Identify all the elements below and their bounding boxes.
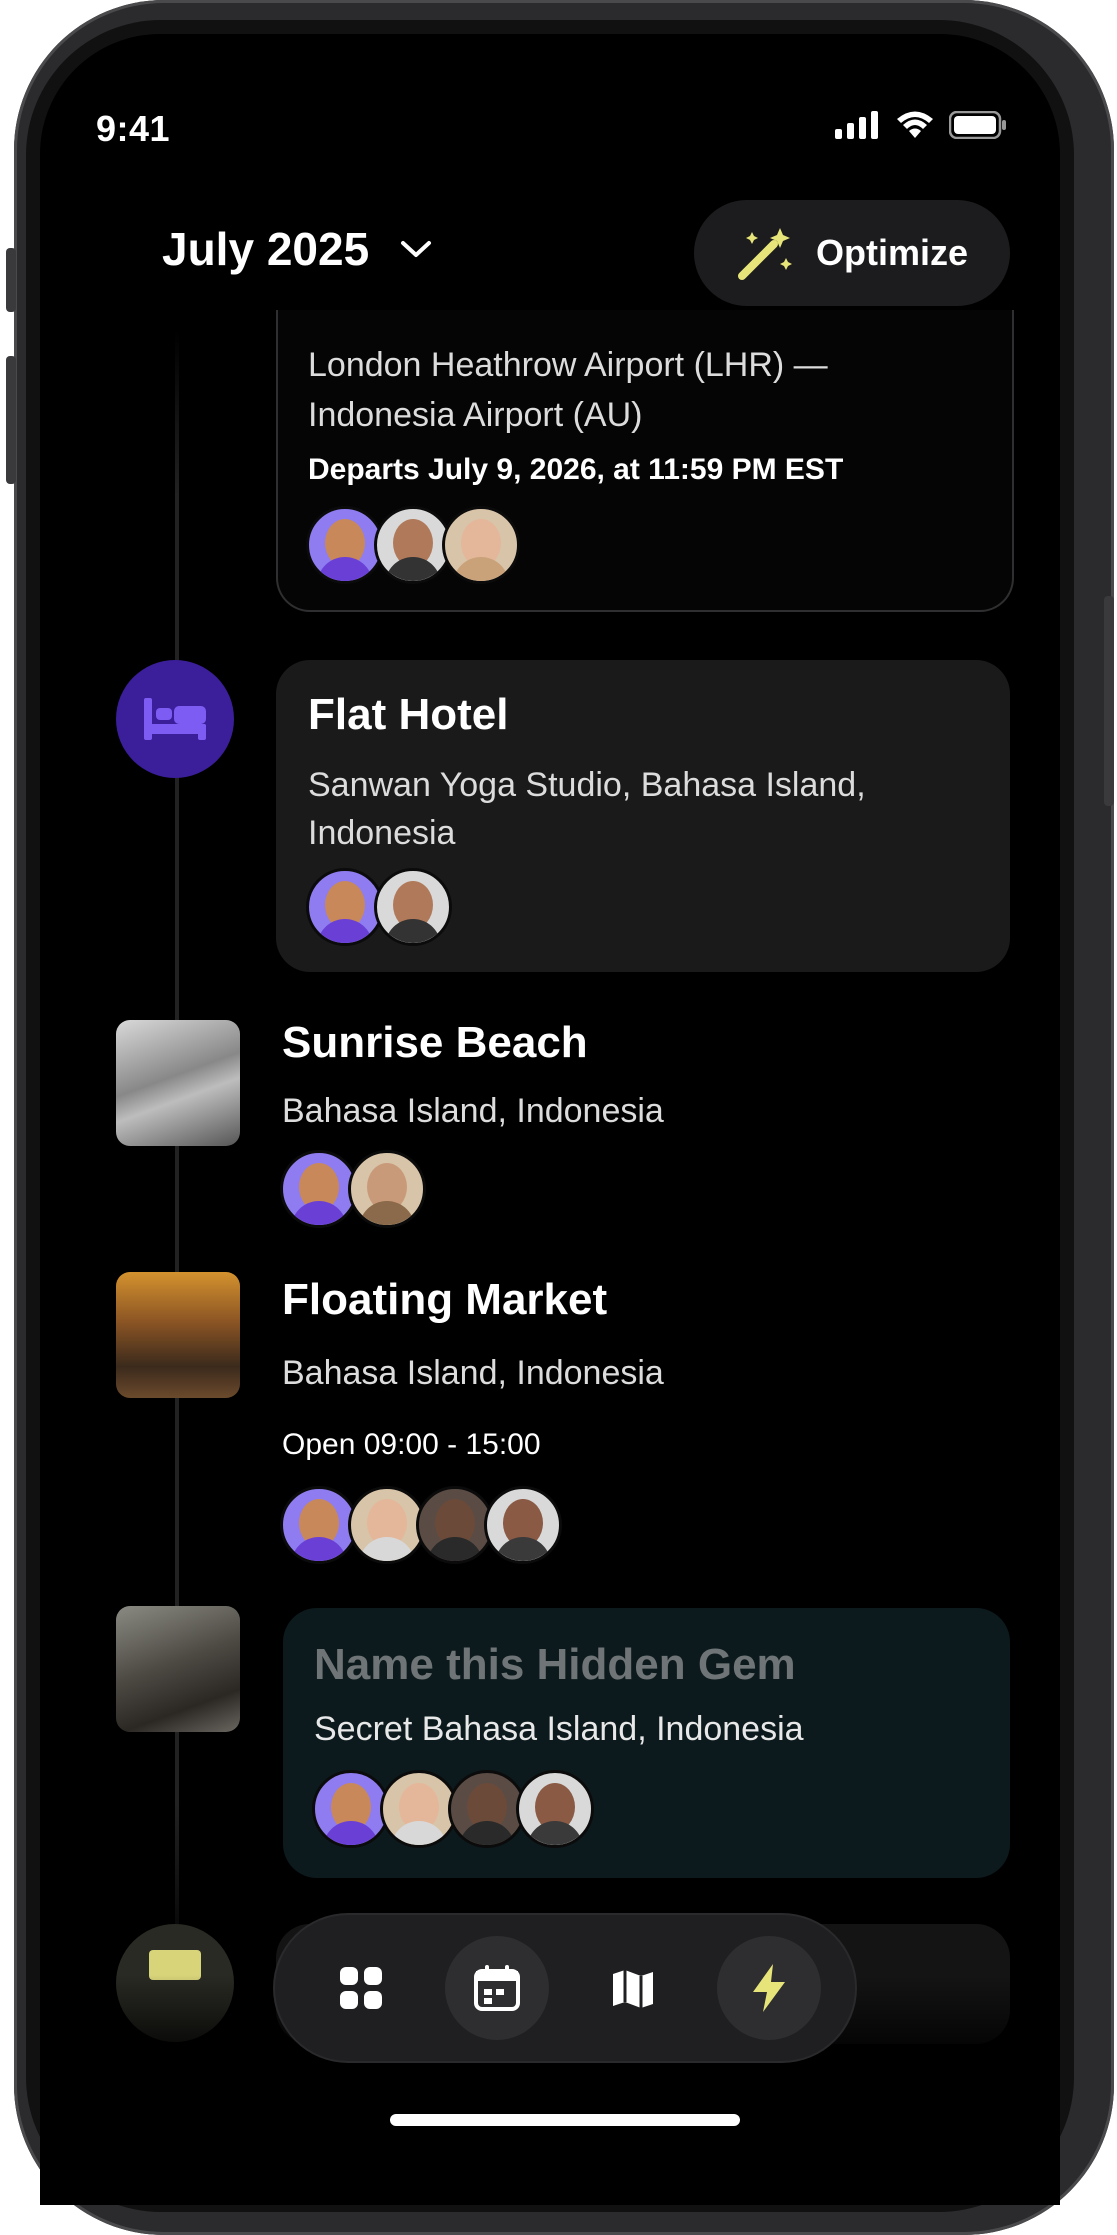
flight-route-line1: London Heathrow Airport (LHR) — (308, 346, 828, 384)
flight-departs: Departs July 9, 2026, at 11:59 PM EST (308, 453, 844, 486)
traveler-avatar (416, 1486, 494, 1564)
month-selector[interactable]: July 2025 (162, 222, 433, 276)
month-label: July 2025 (162, 223, 370, 275)
hotel-travelers (306, 868, 452, 946)
home-indicator (390, 2114, 740, 2126)
gem-title[interactable]: Name this Hidden Gem (314, 1640, 796, 1690)
nav-lightning[interactable] (717, 1936, 821, 2040)
map-icon (613, 1970, 653, 2008)
traveler-avatar (306, 868, 384, 946)
market-hours: Open 09:00 - 15:00 (282, 1428, 541, 1461)
traveler-avatar (374, 868, 452, 946)
traveler-avatar (516, 1770, 594, 1848)
traveler-avatar (442, 506, 520, 584)
bed-icon (144, 698, 206, 740)
wifi-icon (897, 111, 933, 138)
volume-button (6, 356, 16, 484)
optimize-button[interactable]: Optimize (694, 200, 1010, 306)
grid-icon (340, 1967, 382, 2009)
lightning-icon (753, 1964, 785, 2012)
market-travelers (280, 1486, 562, 1564)
traveler-avatar (280, 1486, 358, 1564)
calendar-icon (474, 1965, 520, 2011)
nav-calendar[interactable] (445, 1936, 549, 2040)
traveler-avatar (348, 1486, 426, 1564)
traveler-avatar (306, 506, 384, 584)
nav-home[interactable] (309, 1936, 413, 2040)
nav-map[interactable] (581, 1936, 685, 2040)
traveler-avatar (312, 1770, 390, 1848)
gem-location: Secret Bahasa Island, Indonesia (314, 1710, 804, 1748)
status-icons (835, 110, 1007, 140)
market-thumbnail[interactable] (116, 1272, 240, 1398)
traveler-avatar (374, 506, 452, 584)
market-title: Floating Market (282, 1275, 608, 1324)
status-time: 9:41 (96, 108, 171, 149)
flight-travelers (306, 506, 520, 584)
mute-switch (6, 248, 16, 312)
traveler-avatar (448, 1770, 526, 1848)
hotel-marker (116, 660, 234, 778)
traveler-avatar (380, 1770, 458, 1848)
hotel-address-line1: Sanwan Yoga Studio, Bahasa Island, (308, 766, 866, 804)
signal-icon (835, 111, 878, 139)
traveler-avatar (280, 1150, 358, 1228)
gem-thumbnail[interactable] (116, 1606, 240, 1732)
traveler-avatar (484, 1486, 562, 1564)
gem-travelers (312, 1770, 594, 1848)
battery-icon (949, 111, 1006, 139)
magic-wand-icon (737, 228, 792, 280)
flight-route-line2: Indonesia Airport (AU) (308, 396, 643, 434)
bottom-nav (275, 1915, 855, 2061)
beach-travelers (280, 1150, 426, 1228)
optimize-label: Optimize (815, 232, 968, 273)
traveler-avatar (348, 1150, 426, 1228)
hotel-address-line2: Indonesia (308, 814, 456, 852)
chevron-down-icon (401, 241, 432, 257)
market-location: Bahasa Island, Indonesia (282, 1354, 664, 1392)
beach-location: Bahasa Island, Indonesia (282, 1092, 664, 1130)
hotel-title: Flat Hotel (308, 690, 509, 739)
power-button (1104, 596, 1114, 806)
beach-thumbnail[interactable] (116, 1020, 240, 1146)
beach-title: Sunrise Beach (282, 1018, 588, 1067)
